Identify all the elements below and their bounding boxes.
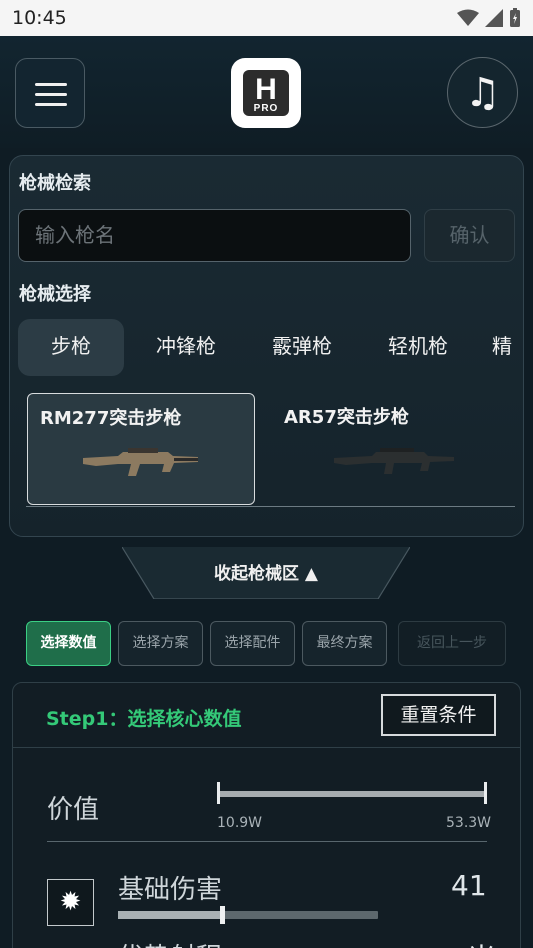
gun-search-input[interactable]: 输入枪名: [18, 209, 411, 262]
collapse-weapon-button[interactable]: 收起枪械区 ▲: [122, 547, 410, 599]
damage-slider[interactable]: [118, 911, 378, 919]
damage-slider-fill: [118, 911, 222, 919]
signal-icon: [485, 9, 503, 27]
logo-mark: H PRO: [243, 70, 289, 116]
step-tab-select-values[interactable]: 选择数值: [26, 621, 111, 666]
category-tab-lmg[interactable]: 轻机枪: [370, 319, 466, 376]
status-time: 10:45: [12, 7, 67, 29]
music-note-icon: ♫: [464, 69, 501, 116]
weapon-panel: 枪械检索 输入枪名 确认 枪械选择 步枪 冲锋枪 霰弹枪 轻机枪 精 RM277…: [9, 155, 524, 537]
gun-card-ar57[interactable]: AR57突击步枪: [272, 393, 500, 505]
damage-slider-handle[interactable]: [220, 906, 225, 924]
rifle-image: [334, 448, 454, 474]
value-range-max-handle[interactable]: [484, 782, 487, 804]
rifle-image: [83, 448, 198, 476]
step-divider: [13, 747, 520, 748]
value-range-slider[interactable]: [218, 791, 486, 797]
status-icons: [457, 8, 521, 28]
stat-name: 优势射程: [118, 937, 222, 948]
value-range-min-handle[interactable]: [217, 782, 220, 804]
value-divider: [47, 841, 487, 842]
category-tab-dmr[interactable]: 精: [492, 319, 523, 376]
category-tabs: 步枪 冲锋枪 霰弹枪 轻机枪 精: [18, 319, 523, 376]
value-min-label: 10.9W: [217, 815, 263, 831]
music-button[interactable]: ♫: [447, 57, 518, 128]
select-label: 枪械选择: [19, 284, 91, 305]
status-bar: 10:45: [0, 0, 533, 36]
step-tab-final-plan[interactable]: 最终方案: [302, 621, 387, 666]
gun-name: AR57突击步枪: [284, 407, 409, 428]
step-tab-select-plan[interactable]: 选择方案: [118, 621, 203, 666]
search-label: 枪械检索: [19, 173, 91, 194]
back-step-button[interactable]: 返回上一步: [398, 621, 506, 666]
menu-button[interactable]: [15, 58, 85, 128]
wifi-icon: [457, 9, 479, 26]
step-tab-select-parts[interactable]: 选择配件: [210, 621, 295, 666]
logo-letter: H: [255, 73, 277, 106]
damage-burst-icon: ✹: [47, 879, 94, 926]
category-tab-rifle[interactable]: 步枪: [18, 319, 124, 376]
hamburger-icon-line: [35, 93, 67, 96]
stat-name: 基础伤害: [118, 875, 223, 905]
value-max-label: 53.3W: [446, 815, 492, 831]
hamburger-icon-line: [35, 103, 67, 106]
category-tab-shotgun[interactable]: 霰弹枪: [254, 319, 350, 376]
stat-value: 41: [451, 869, 487, 902]
gun-card-rm277[interactable]: RM277突击步枪: [27, 393, 255, 505]
reset-button[interactable]: 重置条件: [381, 694, 496, 736]
app-logo: H PRO: [231, 58, 301, 128]
collapse-label: 收起枪械区 ▲: [214, 564, 318, 584]
stat-value: 55 米: [423, 937, 496, 948]
app-header: H PRO ♫: [0, 36, 533, 148]
gun-name: RM277突击步枪: [40, 408, 182, 429]
step1-panel: Step1：选择核心数值 重置条件 价值 10.9W 53.3W ✹ 基础伤害 …: [12, 682, 521, 948]
category-tab-smg[interactable]: 冲锋枪: [138, 319, 234, 376]
step-title: Step1：选择核心数值: [46, 708, 242, 730]
value-label: 价值: [47, 795, 100, 825]
logo-sub: PRO: [253, 103, 279, 114]
battery-icon: [510, 8, 520, 27]
hamburger-icon: [35, 83, 67, 86]
confirm-button[interactable]: 确认: [424, 209, 515, 262]
panel-divider: [26, 506, 515, 507]
